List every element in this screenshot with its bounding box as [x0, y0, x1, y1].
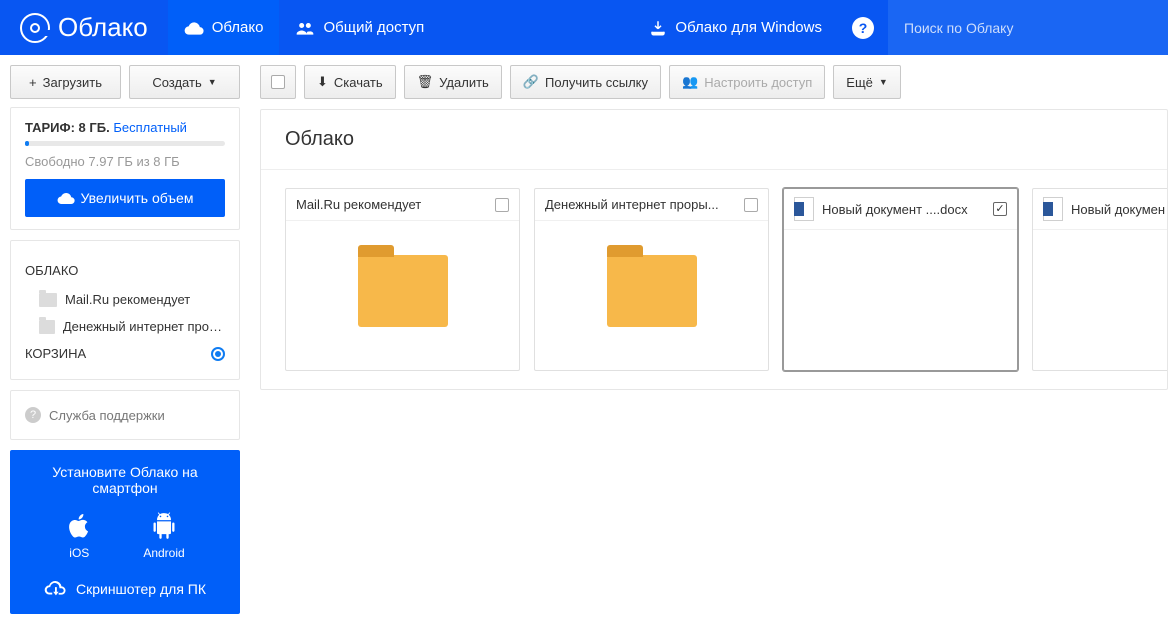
link-icon: 🔗 — [523, 74, 539, 90]
tariff-card: ТАРИФ: 8 ГБ. Бесплатный Свободно 7.97 ГБ… — [10, 107, 240, 230]
caret-down-icon: ▼ — [879, 77, 888, 87]
toolbar: ⬇Скачать 🗑Удалить 🔗Получить ссылку 👥Наст… — [260, 65, 1168, 99]
sidebar: +Загрузить Создать▼ ТАРИФ: 8 ГБ. Бесплат… — [0, 55, 250, 624]
file-name: Новый документ ....docx — [822, 202, 968, 217]
storage-progress — [25, 141, 225, 146]
cloud-section-title: ОБЛАКО — [25, 263, 225, 278]
folder-icon — [607, 255, 697, 327]
question-icon: ? — [25, 407, 41, 423]
nav-shared[interactable]: Общий доступ — [279, 0, 440, 55]
ios-link[interactable]: iOS — [65, 512, 93, 560]
file-name: Mail.Ru рекомендует — [296, 197, 421, 212]
plus-icon: + — [29, 75, 37, 90]
smartphone-promo: Установите Облако на смартфон iOS Androi… — [10, 450, 240, 614]
android-link[interactable]: Android — [143, 512, 184, 560]
trash-row[interactable]: КОРЗИНА — [25, 340, 225, 367]
create-button[interactable]: Создать▼ — [129, 65, 240, 99]
cloud-download-icon — [44, 578, 66, 600]
file-item[interactable]: W Новый докумен — [1032, 188, 1167, 371]
screenshoter-link[interactable]: Скриншотер для ПК — [24, 578, 226, 600]
download-button[interactable]: ⬇Скачать — [304, 65, 396, 99]
file-item[interactable]: Денежный интернет проры... — [534, 188, 769, 371]
nav-windows-download[interactable]: Облако для Windows — [633, 0, 838, 55]
support-card: ? Служба поддержки — [10, 390, 240, 440]
people-icon — [295, 20, 315, 36]
people-icon: 👥 — [682, 74, 698, 90]
word-doc-icon: W — [1043, 197, 1063, 221]
upload-button[interactable]: +Загрузить — [10, 65, 121, 99]
smartphone-title: Установите Облако на смартфон — [24, 464, 226, 496]
storage-free-text: Свободно 7.97 ГБ из 8 ГБ — [25, 154, 225, 169]
file-name: Новый докумен — [1071, 202, 1165, 217]
folder-icon — [39, 320, 55, 334]
file-checkbox[interactable] — [993, 202, 1007, 216]
tariff-plan-link[interactable]: Бесплатный — [113, 120, 187, 135]
search-box[interactable] — [888, 0, 1168, 55]
configure-access-button[interactable]: 👥Настроить доступ — [669, 65, 825, 99]
download-icon: ⬇ — [317, 74, 328, 90]
select-all-checkbox[interactable] — [260, 65, 296, 99]
radio-selected-icon — [211, 347, 225, 361]
search-input[interactable] — [902, 19, 1154, 37]
android-icon — [150, 512, 178, 540]
file-grid: Mail.Ru рекомендует Денежный интернет пр… — [261, 170, 1167, 389]
trash-icon: 🗑 — [417, 74, 434, 90]
breadcrumb: Облако — [261, 110, 1167, 170]
logo[interactable]: Облако — [0, 0, 168, 55]
tree-item[interactable]: Денежный интернет прорыв ... — [25, 313, 225, 340]
logo-text: Облако — [58, 12, 148, 43]
download-icon — [649, 19, 667, 37]
more-button[interactable]: Ещё▼ — [833, 65, 901, 99]
content-card: Облако Mail.Ru рекомендует Денежный инте… — [260, 109, 1168, 390]
app-header: Облако Облако Общий доступ Облако для Wi… — [0, 0, 1168, 55]
file-item[interactable]: Mail.Ru рекомендует — [285, 188, 520, 371]
checkbox-icon — [271, 75, 285, 89]
main-area: ⬇Скачать 🗑Удалить 🔗Получить ссылку 👥Наст… — [250, 55, 1168, 624]
cloud-icon — [184, 20, 204, 36]
get-link-button[interactable]: 🔗Получить ссылку — [510, 65, 661, 99]
folder-icon — [39, 293, 57, 307]
at-icon — [20, 13, 50, 43]
tree-card: ОБЛАКО Mail.Ru рекомендует Денежный инте… — [10, 240, 240, 380]
tree-item[interactable]: Mail.Ru рекомендует — [25, 286, 225, 313]
file-checkbox[interactable] — [744, 198, 758, 212]
nav-cloud[interactable]: Облако — [168, 0, 280, 55]
increase-storage-button[interactable]: Увеличить объем — [25, 179, 225, 217]
folder-icon — [358, 255, 448, 327]
file-name: Денежный интернет проры... — [545, 197, 719, 212]
file-item[interactable]: W Новый документ ....docx — [783, 188, 1018, 371]
caret-down-icon: ▼ — [208, 77, 217, 87]
word-doc-icon: W — [794, 197, 814, 221]
apple-icon — [65, 512, 93, 540]
tariff-line: ТАРИФ: 8 ГБ. Бесплатный — [25, 120, 225, 135]
help-icon[interactable]: ? — [852, 17, 874, 39]
delete-button[interactable]: 🗑Удалить — [404, 65, 502, 99]
support-link[interactable]: ? Служба поддержки — [25, 403, 225, 427]
file-checkbox[interactable] — [495, 198, 509, 212]
cloud-icon — [57, 191, 75, 205]
